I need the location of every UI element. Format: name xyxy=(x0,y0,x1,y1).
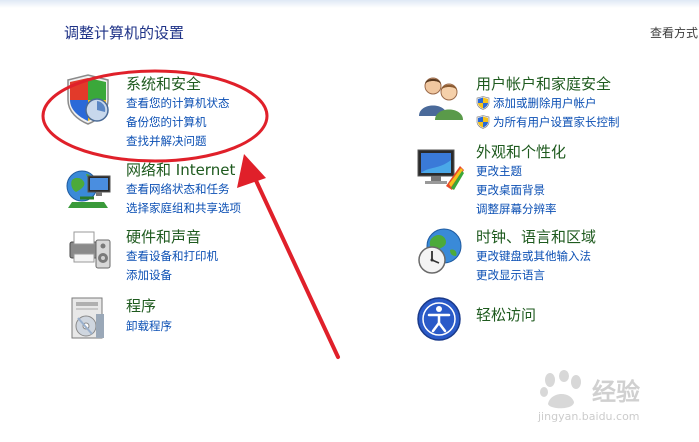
page-title: 调整计算机的设置 xyxy=(64,24,185,42)
window-top-edge xyxy=(0,0,699,8)
link-troubleshoot[interactable]: 查找并解决问题 xyxy=(126,134,207,148)
category-title-clock[interactable]: 时钟、语言和区域 xyxy=(476,228,596,246)
category-title-system[interactable]: 系统和安全 xyxy=(126,75,201,93)
network-globe-icon[interactable] xyxy=(64,164,114,212)
link-uninstall-program[interactable]: 卸载程序 xyxy=(126,319,172,333)
clock-globe-icon[interactable] xyxy=(416,226,466,276)
link-add-remove-accounts[interactable]: 添加或删除用户帐户 xyxy=(476,96,597,110)
category-title-ease[interactable]: 轻松访问 xyxy=(476,306,536,324)
printer-icon[interactable] xyxy=(64,224,114,272)
link-add-device[interactable]: 添加设备 xyxy=(126,268,172,282)
category-title-users[interactable]: 用户帐户和家庭安全 xyxy=(476,75,611,93)
annotation-arrow-head xyxy=(237,154,266,188)
link-change-display-language[interactable]: 更改显示语言 xyxy=(476,268,545,282)
shield-icon[interactable] xyxy=(64,74,114,126)
category-title-hardware[interactable]: 硬件和声音 xyxy=(126,228,201,246)
link-adjust-resolution[interactable]: 调整屏幕分辨率 xyxy=(476,202,557,216)
link-add-remove-accounts-label: 添加或删除用户帐户 xyxy=(493,96,597,110)
programs-icon[interactable] xyxy=(66,294,112,342)
link-homegroup-sharing[interactable]: 选择家庭组和共享选项 xyxy=(126,201,241,215)
link-parental-controls[interactable]: 为所有用户设置家长控制 xyxy=(476,115,620,129)
category-title-network[interactable]: 网络和 Internet xyxy=(126,161,235,179)
view-by-label[interactable]: 查看方式 xyxy=(650,24,698,41)
link-network-status[interactable]: 查看网络状态和任务 xyxy=(126,182,230,196)
link-backup-computer[interactable]: 备份您的计算机 xyxy=(126,115,207,129)
link-view-computer-status[interactable]: 查看您的计算机状态 xyxy=(126,96,230,110)
link-change-keyboard-input[interactable]: 更改键盘或其他输入法 xyxy=(476,249,591,263)
watermark-url: jingyan.baidu.com xyxy=(538,410,640,423)
ease-of-access-icon[interactable] xyxy=(416,296,462,342)
uac-shield-icon xyxy=(476,115,490,129)
watermark-brand: 经验 xyxy=(592,378,640,406)
link-change-desktop-background[interactable]: 更改桌面背景 xyxy=(476,183,545,197)
baidu-paw-icon xyxy=(540,370,581,409)
annotation-arrow-shaft xyxy=(250,170,340,359)
uac-shield-icon xyxy=(476,96,490,110)
category-title-programs[interactable]: 程序 xyxy=(126,297,156,315)
watermark: 经验 jingyan.baidu.com xyxy=(532,370,692,430)
link-devices-printers[interactable]: 查看设备和打印机 xyxy=(126,249,218,263)
link-change-theme[interactable]: 更改主题 xyxy=(476,164,522,178)
link-parental-controls-label: 为所有用户设置家长控制 xyxy=(493,115,620,129)
category-title-appearance[interactable]: 外观和个性化 xyxy=(476,143,566,161)
monitor-palette-icon[interactable] xyxy=(416,146,466,192)
users-icon[interactable] xyxy=(416,72,466,122)
